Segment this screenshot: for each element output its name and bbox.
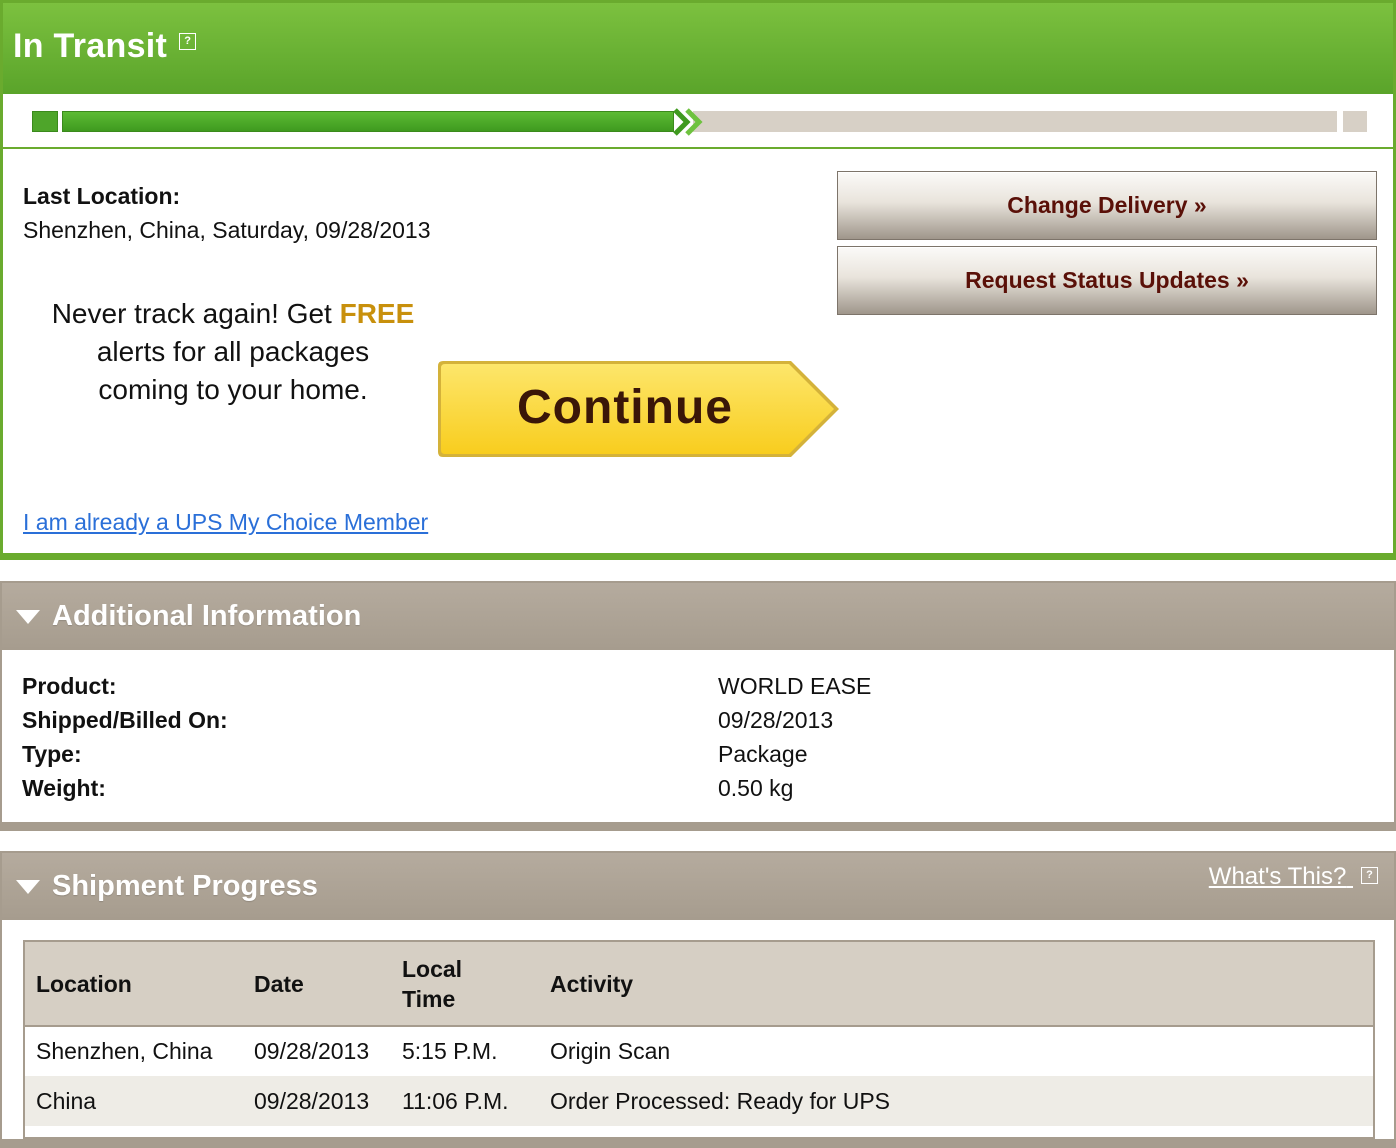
shipment-progress-title: Shipment Progress [52,870,318,902]
help-icon[interactable]: ? [179,33,197,50]
additional-information-panel: Additional Information Product: WORLD EA… [0,581,1396,831]
promo-suffix: alerts for all packages coming to your h… [96,336,370,405]
progress-fill [62,111,674,132]
cell-date: 09/28/2013 [254,1038,370,1064]
in-transit-panel: In Transit ? Last Location: Shenzhen, Ch… [0,0,1396,560]
promo-free: FREE [339,298,415,329]
column-header-activity: Activity [550,970,634,997]
cell-activity: Order Processed: Ready for UPS [550,1087,891,1114]
info-label: Weight: [22,775,106,801]
status-header: In Transit ? [3,3,1393,94]
progress-start-segment [32,111,58,132]
column-header-local-time: Local Time [391,942,539,1026]
progress-remaining [693,111,1337,132]
continue-label: Continue [517,381,733,434]
additional-information-title: Additional Information [52,600,362,632]
column-header-date: Date [254,970,304,997]
info-label: Type: [22,741,82,767]
table-header-row: Location Date Local Time Activity [25,942,1373,1026]
local-time-label: Local Time [402,955,463,1012]
info-label: Shipped/Billed On: [22,707,228,733]
status-title: In Transit [13,27,168,65]
table-row: China 09/28/2013 11:06 P.M. Order Proces… [25,1076,1373,1126]
cell-activity: Origin Scan [550,1038,671,1064]
whats-this-link[interactable]: What's This? ? [1209,863,1378,891]
column-header-location: Location [36,970,132,997]
progress-arrow-icon [673,108,703,136]
cell-location: Shenzhen, China [36,1038,213,1064]
info-value: Package [718,741,808,767]
my-choice-member-link[interactable]: I am already a UPS My Choice Member [23,509,428,536]
progress-end-segment [1343,111,1367,132]
whats-this-label[interactable]: What's This? [1209,863,1347,890]
progress-bar [3,94,1393,149]
shipment-progress-table: Location Date Local Time Activity Shenzh… [23,940,1375,1139]
info-label: Product: [22,673,117,699]
last-location-value: Shenzhen, China, Saturday, 09/28/2013 [23,217,431,243]
promo-prefix: Never track again! Get [51,298,340,329]
info-value: 09/28/2013 [718,707,834,733]
cell-time: 11:06 P.M. [402,1087,509,1114]
table-row: Shenzhen, China 09/28/2013 5:15 P.M. Ori… [25,1026,1373,1076]
request-status-updates-button[interactable]: Request Status Updates » [837,246,1377,315]
cell-date: 09/28/2013 [254,1087,370,1114]
cell-time: 5:15 P.M. [402,1038,498,1064]
change-delivery-button[interactable]: Change Delivery » [837,171,1377,240]
info-value: WORLD EASE [718,673,872,699]
cell-location: China [36,1087,97,1114]
promo-text: Never track again! Get FREE alerts for a… [23,295,443,409]
last-location-label: Last Location: [23,183,181,209]
help-icon[interactable]: ? [1361,867,1378,885]
collapse-triangle-icon[interactable] [16,609,40,624]
additional-information-header[interactable]: Additional Information [2,583,1394,650]
collapse-triangle-icon[interactable] [16,879,40,894]
shipment-progress-header[interactable]: Shipment Progress What's This? ? [2,853,1394,920]
shipment-progress-panel: Shipment Progress What's This? ? Locatio… [0,851,1396,1148]
info-value: 0.50 kg [718,775,794,801]
continue-button[interactable]: Continue [435,358,845,461]
